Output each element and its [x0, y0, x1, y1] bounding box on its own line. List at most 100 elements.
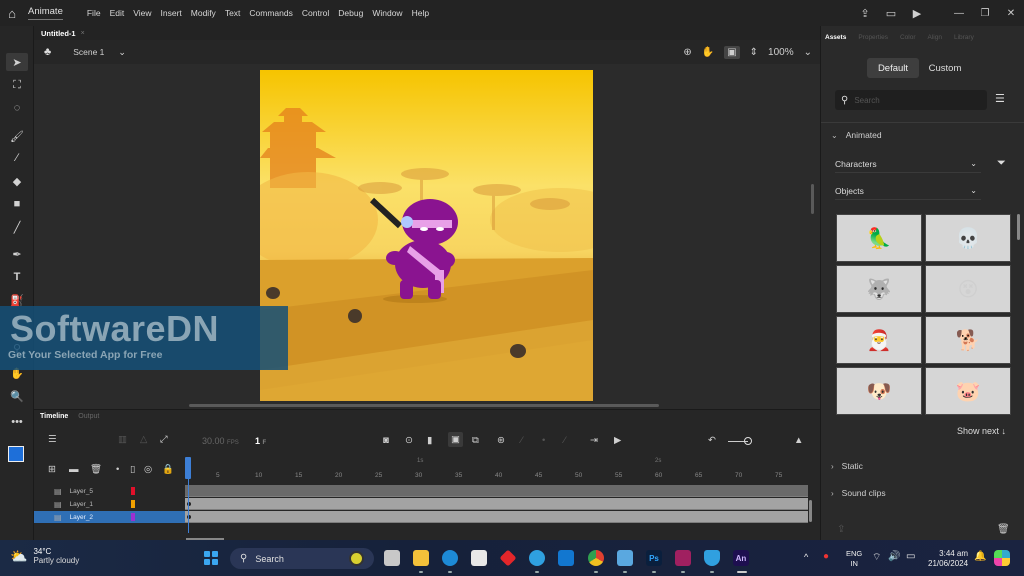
bing-icon[interactable]: [349, 551, 364, 566]
current-frame[interactable]: 1 F: [255, 436, 266, 446]
insert-blank-keyframe-icon[interactable]: ⊙: [405, 435, 413, 446]
paint-brush-tool-icon[interactable]: 🖌: [6, 127, 28, 145]
loop-icon[interactable]: ⇥: [590, 435, 598, 446]
section-animated[interactable]: ⌄ Animated: [831, 130, 882, 140]
asset-thumbnail[interactable]: 🐷: [925, 367, 1011, 415]
section-sound-clips[interactable]: › Sound clips: [831, 488, 886, 498]
outline-icon[interactable]: ▯: [130, 464, 135, 475]
text-tool-icon[interactable]: T: [6, 268, 28, 286]
undo-icon[interactable]: ↶: [708, 435, 716, 446]
timeline-vertical-scrollbar[interactable]: [809, 500, 812, 522]
rectangle-tool-icon[interactable]: ■: [6, 195, 28, 213]
segment-default[interactable]: Default: [867, 58, 919, 78]
clip-content-icon[interactable]: ▣: [724, 45, 740, 59]
stage-horizontal-scrollbar[interactable]: [189, 404, 659, 407]
blue-orb-app-icon[interactable]: [529, 550, 545, 566]
defender-icon[interactable]: [704, 550, 720, 566]
menu-insert[interactable]: Insert: [161, 8, 182, 18]
fill-color-swatch[interactable]: [8, 446, 24, 462]
asset-thumbnail[interactable]: 😵: [925, 265, 1011, 313]
rotate-stage-icon[interactable]: ✋: [702, 47, 714, 58]
stage-canvas[interactable]: [260, 70, 593, 401]
menu-modify[interactable]: Modify: [191, 8, 216, 18]
task-view-icon[interactable]: [384, 550, 400, 566]
lock-icon[interactable]: 🔒: [162, 464, 174, 475]
asset-thumbnail[interactable]: 🐶: [836, 367, 922, 415]
menu-debug[interactable]: Debug: [338, 8, 363, 18]
onion-skin-icon[interactable]: ▥: [118, 434, 127, 445]
layer-color-swatch[interactable]: [131, 487, 135, 495]
delete-layer-icon[interactable]: 🗑: [90, 464, 102, 475]
document-tab-title[interactable]: Untitled-1: [41, 29, 76, 38]
volume-icon[interactable]: 🔊: [888, 551, 900, 562]
play-preview-icon[interactable]: ▶: [904, 7, 930, 20]
chrome-icon[interactable]: [588, 550, 604, 566]
start-button[interactable]: [204, 551, 218, 565]
fit-stage-icon[interactable]: ⇕: [750, 47, 758, 58]
selection-tool-icon[interactable]: ➤: [6, 53, 28, 71]
layers-icon[interactable]: ☰: [48, 434, 57, 445]
asset-thumbnail[interactable]: 🐺: [836, 265, 922, 313]
tab-output[interactable]: Output: [78, 413, 99, 420]
new-layer-icon[interactable]: ⊞: [48, 464, 56, 475]
zoom-level[interactable]: 100%: [768, 47, 794, 58]
segment-custom[interactable]: Custom: [919, 58, 971, 78]
red-app-icon[interactable]: [499, 549, 517, 567]
delete-asset-icon[interactable]: 🗑: [997, 524, 1010, 535]
scene-dropdown-chevron-icon[interactable]: ⌄: [118, 47, 126, 58]
clock[interactable]: 3:44 am 21/06/2024: [928, 549, 968, 569]
wifi-icon[interactable]: ⌔: [872, 551, 881, 564]
import-asset-icon[interactable]: ⇪: [837, 524, 845, 535]
layer-frames[interactable]: [185, 498, 808, 510]
playhead[interactable]: [185, 457, 191, 479]
pen-tool-icon[interactable]: ✒: [6, 245, 28, 263]
layer-frames[interactable]: [185, 511, 808, 523]
classic-tween-icon[interactable]: ⧉: [472, 435, 479, 446]
layer-color-swatch[interactable]: [131, 513, 135, 521]
menu-control[interactable]: Control: [302, 8, 329, 18]
layer-color-swatch[interactable]: [131, 500, 135, 508]
tab-properties[interactable]: Properties: [858, 34, 888, 41]
file-explorer-icon[interactable]: [413, 550, 429, 566]
fps-value[interactable]: 30.00 FPS: [202, 436, 239, 446]
show-hidden-icons-chevron[interactable]: ^: [804, 552, 808, 562]
mountains-icon[interactable]: ▲: [794, 435, 803, 446]
tab-timeline[interactable]: Timeline: [40, 413, 68, 420]
zoom-dropdown-chevron-icon[interactable]: ⌄: [804, 47, 812, 58]
edge-icon[interactable]: [442, 550, 458, 566]
edit-multiple-frames-icon[interactable]: △: [140, 434, 147, 445]
visibility-icon[interactable]: ◎: [144, 464, 152, 475]
menu-window[interactable]: Window: [372, 8, 402, 18]
lasso-tool-icon[interactable]: ◌: [6, 99, 28, 117]
eraser-tool-icon[interactable]: ◆: [6, 172, 28, 190]
document-tab-close-icon[interactable]: ×: [81, 30, 85, 37]
animate-icon[interactable]: An: [733, 550, 749, 566]
tab-library[interactable]: Library: [954, 34, 974, 41]
more-tools-icon[interactable]: •••: [6, 413, 28, 431]
tab-align[interactable]: Align: [928, 34, 942, 41]
section-static[interactable]: › Static: [831, 461, 863, 471]
highlight-dot-icon[interactable]: •: [116, 464, 119, 475]
copilot-icon[interactable]: [994, 550, 1010, 566]
stage-vertical-scrollbar[interactable]: [811, 184, 814, 214]
frame-ruler[interactable]: 5 10 15 20 25 30 35 40 45 50 55 60 65 70…: [185, 472, 809, 484]
layer-name[interactable]: Layer_1: [70, 501, 94, 508]
brush-tool-icon[interactable]: ∕: [6, 149, 28, 167]
graph-icon[interactable]: ⤢: [160, 434, 168, 445]
subcategory-dropdown[interactable]: Objects ⌄: [835, 182, 981, 200]
menu-view[interactable]: View: [133, 8, 151, 18]
minimize-icon[interactable]: —: [946, 8, 972, 19]
zoom-tool-icon[interactable]: 🔍: [6, 387, 28, 405]
layer-row[interactable]: ▤ Layer_5: [34, 485, 185, 497]
tab-assets[interactable]: Assets: [825, 34, 846, 41]
asset-thumbnail[interactable]: 🐕: [925, 316, 1011, 364]
category-dropdown[interactable]: Characters ⌄: [835, 155, 981, 173]
close-icon[interactable]: ✕: [998, 8, 1024, 19]
current-frame-number[interactable]: 1: [255, 436, 260, 446]
menu-file[interactable]: File: [87, 8, 101, 18]
layer-row[interactable]: ▤ Layer_1: [34, 498, 185, 510]
free-transform-tool-icon[interactable]: ⛶: [6, 76, 28, 94]
create-tween-icon[interactable]: ▣: [448, 432, 463, 447]
list-view-icon[interactable]: ☰: [995, 92, 1005, 105]
asset-thumbnail[interactable]: 💀: [925, 214, 1011, 262]
